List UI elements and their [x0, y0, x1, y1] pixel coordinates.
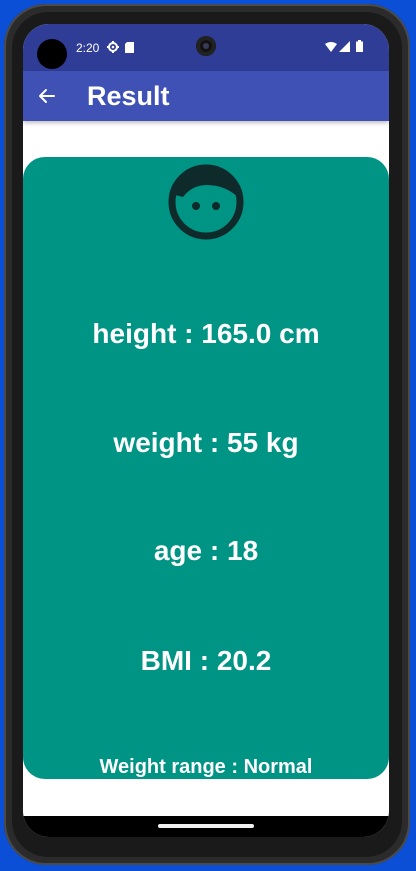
arrow-left-icon	[39, 89, 55, 103]
result-card: height : 165.0 cm weight : 55 kg age : 1…	[23, 157, 389, 779]
status-time: 2:20	[76, 41, 100, 55]
app-bar: Result	[23, 71, 389, 121]
bmi-value: BMI : 20.2	[140, 645, 272, 676]
weight-value: weight : 55 kg	[113, 427, 299, 458]
sd-card-icon	[125, 42, 134, 53]
page-title: Result	[87, 81, 170, 111]
height-value: height : 165.0 cm	[92, 318, 320, 349]
weight-range-value: Weight range : Normal	[99, 756, 313, 778]
face-icon	[168, 164, 244, 240]
camera-cutout	[37, 39, 67, 69]
back-button[interactable]	[33, 83, 59, 109]
status-bar: 2:20	[23, 24, 389, 71]
gear-icon	[107, 41, 119, 53]
app-screen: 2:20 Result height: 165.0 cm weight: 5…	[23, 24, 389, 837]
age-value: age : 18	[153, 535, 259, 566]
wifi-icon	[325, 42, 337, 52]
front-camera	[196, 36, 216, 56]
navigation-bar	[23, 816, 389, 837]
signal-icon	[339, 41, 350, 52]
battery-icon	[356, 40, 363, 52]
home-indicator[interactable]	[158, 824, 254, 828]
